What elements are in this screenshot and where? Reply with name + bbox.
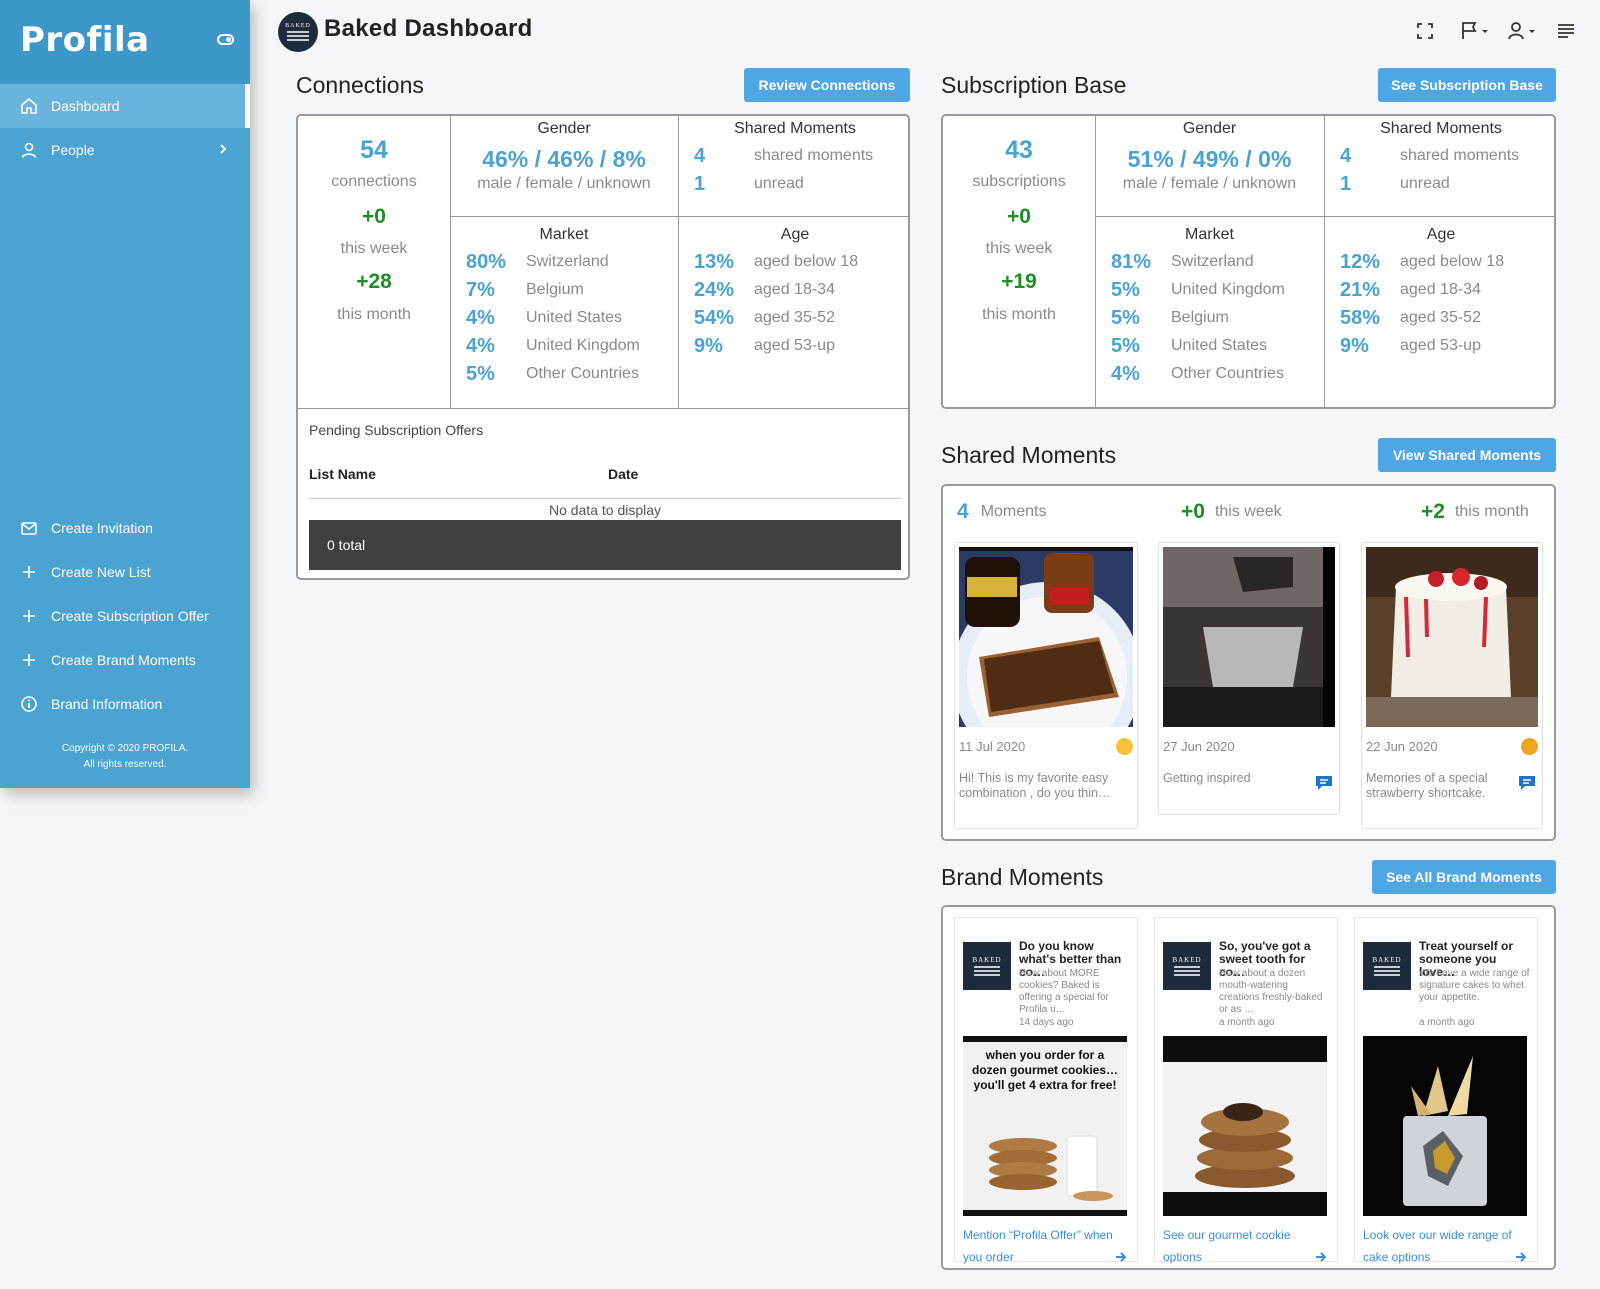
sidebar-item-label: Create Subscription Offer [51, 608, 209, 624]
moment-card[interactable]: 27 Jun 2020 Getting inspired [1158, 542, 1340, 815]
connections-panel: 54 connections +0 this week +28 this mon… [296, 114, 910, 580]
week-change: +0 [1007, 205, 1031, 228]
sidebar-item-create-new-list[interactable]: Create New List [0, 550, 250, 594]
moment-image[interactable] [1366, 547, 1538, 727]
page-title: Baked Dashboard [324, 15, 533, 42]
sidebar-item-label: Create Brand Moments [51, 652, 196, 668]
shared-moments-section: Shared Moments 4 shared moments 1 unread [1340, 120, 1520, 195]
user-menu-icon[interactable] [1508, 20, 1540, 42]
brand-moment-link[interactable]: Look over our wide range of cake options [1363, 1224, 1513, 1268]
plus-icon [20, 651, 38, 669]
copyright: Copyright © 2020 PROFILA. All rights res… [61, 743, 189, 770]
subscription-title: Subscription Base [941, 72, 1127, 98]
brand-logo: BAKED [1163, 942, 1211, 990]
sidebar-item-label: Brand Information [51, 696, 163, 712]
chevron-right-icon [218, 142, 228, 159]
column-list-name[interactable]: List Name [309, 466, 376, 482]
subscription-totals: 43 subscriptions +0 this week +19 this m… [943, 136, 1095, 324]
subscription-panel: 43 subscriptions +0 this week +19 this m… [941, 114, 1556, 409]
table-footer: 0 total [309, 520, 901, 570]
sidebar-item-label: People [51, 142, 95, 158]
gender-section: Gender 46% / 46% / 8% male / female / un… [477, 120, 651, 192]
brand-moment-image[interactable] [1163, 1036, 1327, 1216]
view-shared-moments-button[interactable]: View Shared Moments [1378, 438, 1556, 472]
moment-card[interactable]: 22 Jun 2020 Memories of a special strawb… [1361, 542, 1543, 829]
brand-logo: BAKED [963, 942, 1011, 990]
sidebar-item-brand-information[interactable]: Brand Information [0, 682, 250, 726]
gender-section: Gender 51% / 49% / 0% male / female / un… [1122, 120, 1297, 192]
shared-moments-panel: 4 Moments +0 this week +2 this month 11 [941, 484, 1556, 841]
brand-moment-link[interactable]: See our gourmet cookie options [1163, 1224, 1313, 1268]
sidebar-item-create-subscription-offer[interactable]: Create Subscription Offer [0, 594, 250, 638]
sidebar-item-create-brand-moments[interactable]: Create Brand Moments [0, 638, 250, 682]
market-section: Market 81% Switzerland 5% United Kingdom 5… [1111, 226, 1285, 385]
connections-title: Connections [296, 72, 424, 98]
age-section: Age 13% aged below 18 24% aged 18-34 54% ag… [694, 226, 859, 357]
moment-image[interactable] [1163, 547, 1335, 727]
flag-icon[interactable] [1460, 20, 1492, 42]
moment-card[interactable]: 11 Jul 2020 Hi! This is my favorite easy… [954, 542, 1138, 829]
sidebar-item-dashboard[interactable]: Dashboard [0, 84, 250, 128]
mail-icon [20, 519, 38, 537]
message-icon[interactable] [1517, 774, 1537, 797]
sidebar: Profila Dashboard People Create Invitati… [0, 0, 250, 788]
brand-moment-image[interactable]: when you order for a dozen gourmet cooki… [963, 1036, 1127, 1216]
column-date[interactable]: Date [608, 466, 638, 482]
review-connections-button[interactable]: Review Connections [744, 68, 910, 102]
brand-logo: BAKED [1363, 942, 1411, 990]
sidebar-item-label: Create Invitation [51, 520, 153, 536]
brand-moment-image[interactable] [1363, 1036, 1527, 1216]
connections-count: 54 [360, 136, 388, 164]
week-change: +0 [362, 205, 386, 228]
moments-count: 4 Moments [957, 500, 1047, 523]
pending-offers-title: Pending Subscription Offers [309, 422, 484, 438]
fullscreen-icon[interactable] [1415, 20, 1435, 42]
menu-icon[interactable] [1556, 20, 1576, 42]
arrow-right-icon[interactable] [1515, 1250, 1527, 1268]
sidebar-item-label: Create New List [51, 564, 151, 580]
subscriptions-count: 43 [1005, 136, 1033, 164]
connections-totals: 54 connections +0 this week +28 this mon… [298, 136, 450, 324]
arrow-right-icon[interactable] [1115, 1250, 1127, 1268]
plus-icon [20, 607, 38, 625]
brand-image-text: when you order for a dozen gourmet cooki… [971, 1048, 1119, 1092]
sidebar-item-people[interactable]: People [0, 128, 250, 172]
shared-moments-section: Shared Moments 4 shared moments 1 unread [694, 120, 874, 195]
sidebar-toggle-icon[interactable] [217, 34, 234, 45]
info-icon [20, 695, 38, 713]
market-section: Market 80% Switzerland 7% Belgium 4% United… [466, 226, 640, 385]
emoji-icon [1116, 738, 1133, 755]
sidebar-item-create-invitation[interactable]: Create Invitation [0, 506, 250, 550]
see-subscription-base-button[interactable]: See Subscription Base [1378, 68, 1556, 102]
home-icon [20, 97, 38, 115]
arrow-right-icon[interactable] [1315, 1250, 1327, 1268]
month-change: +28 [356, 270, 392, 293]
empty-table-message: No data to display [548, 502, 662, 518]
brand-moment-link[interactable]: Mention “Profila Offer” when you order [963, 1224, 1113, 1268]
month-change: +19 [1001, 270, 1037, 293]
sidebar-header: Profila [0, 0, 250, 84]
brand-logo: BAKED [278, 12, 318, 52]
message-icon[interactable] [1314, 774, 1334, 797]
profila-logo[interactable]: Profila [20, 20, 150, 60]
see-all-brand-moments-button[interactable]: See All Brand Moments [1372, 860, 1556, 894]
plus-icon [20, 563, 38, 581]
age-section: Age 12% aged below 18 21% aged 18-34 58% ag… [1340, 226, 1505, 357]
moments-week: +0 this week [1181, 500, 1282, 523]
emoji-icon [1521, 738, 1538, 755]
brand-moment-card[interactable]: BAKED Treat yourself or someone you love… [1354, 917, 1538, 1264]
person-icon [20, 141, 38, 159]
shared-moments-title: Shared Moments [941, 442, 1117, 468]
brand-moments-title: Brand Moments [941, 864, 1104, 890]
brand-moment-card[interactable]: BAKED So, you've got a sweet tooth for c… [1154, 917, 1338, 1264]
brand-moment-card[interactable]: BAKED Do you know what's better than co…… [954, 917, 1138, 1264]
moments-month: +2 this month [1421, 500, 1529, 523]
sidebar-item-label: Dashboard [51, 98, 120, 114]
moment-image[interactable] [959, 547, 1133, 727]
brand-moments-panel: BAKED Do you know what's better than co…… [941, 905, 1556, 1270]
